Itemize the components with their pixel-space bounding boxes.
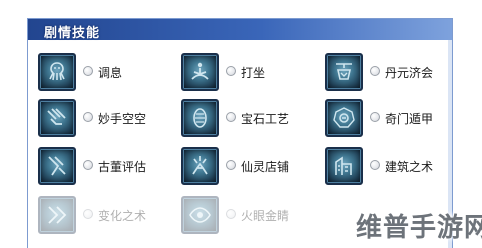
skill-radio[interactable] <box>226 112 236 122</box>
skill-dazuo[interactable]: 打坐 <box>181 53 321 91</box>
skill-gudong[interactable]: 古董评估 <box>38 147 178 185</box>
octopus-icon[interactable] <box>38 53 76 91</box>
skill-label: 火眼金睛 <box>241 209 290 223</box>
claw-hand-icon[interactable] <box>38 99 76 137</box>
skill-label: 建筑之术 <box>385 160 434 174</box>
skill-miaoshou[interactable]: 妙手空空 <box>38 99 178 137</box>
skill-radio[interactable] <box>83 112 93 122</box>
skill-radio[interactable] <box>370 160 380 170</box>
spirit-shop-icon[interactable] <box>181 147 219 185</box>
building-icon[interactable] <box>325 147 363 185</box>
skill-radio[interactable] <box>83 209 93 219</box>
skill-radio[interactable] <box>226 66 236 76</box>
skill-baoshi[interactable]: 宝石工艺 <box>181 99 321 137</box>
skill-label: 打坐 <box>241 66 266 80</box>
skill-radio[interactable] <box>83 160 93 170</box>
skill-label: 奇门遁甲 <box>385 112 434 126</box>
skill-label: 丹元济会 <box>385 66 434 80</box>
panel-header: 剧情技能 <box>28 19 452 41</box>
skill-radio[interactable] <box>370 66 380 76</box>
cauldron-icon[interactable] <box>325 53 363 91</box>
skill-radio[interactable] <box>226 209 236 219</box>
transform-icon[interactable] <box>38 196 76 234</box>
eye-icon[interactable] <box>181 196 219 234</box>
skill-xianling[interactable]: 仙灵店铺 <box>181 147 321 185</box>
skill-radio[interactable] <box>226 160 236 170</box>
skill-radio[interactable] <box>370 112 380 122</box>
gem-icon[interactable] <box>181 99 219 137</box>
vase-icon[interactable] <box>38 147 76 185</box>
skill-label: 变化之术 <box>98 209 147 223</box>
skill-label: 调息 <box>98 66 123 80</box>
skill-label: 宝石工艺 <box>241 112 290 126</box>
skill-label: 古董评估 <box>98 160 147 174</box>
skill-huoyan[interactable]: 火眼金睛 <box>181 196 321 234</box>
skill-bianhua[interactable]: 变化之术 <box>38 196 178 234</box>
skill-tiaoxi[interactable]: 调息 <box>38 53 178 91</box>
skill-label: 妙手空空 <box>98 112 147 126</box>
compass-icon[interactable] <box>325 99 363 137</box>
skill-qimen[interactable]: 奇门遁甲 <box>325 99 465 137</box>
meditation-icon[interactable] <box>181 53 219 91</box>
panel-title: 剧情技能 <box>44 26 101 41</box>
skill-danyuan[interactable]: 丹元济会 <box>325 53 465 91</box>
skill-jianzhu[interactable]: 建筑之术 <box>325 147 465 185</box>
skill-radio[interactable] <box>83 66 93 76</box>
site-watermark: 维普手游网 <box>356 213 482 243</box>
skill-label: 仙灵店铺 <box>241 160 290 174</box>
